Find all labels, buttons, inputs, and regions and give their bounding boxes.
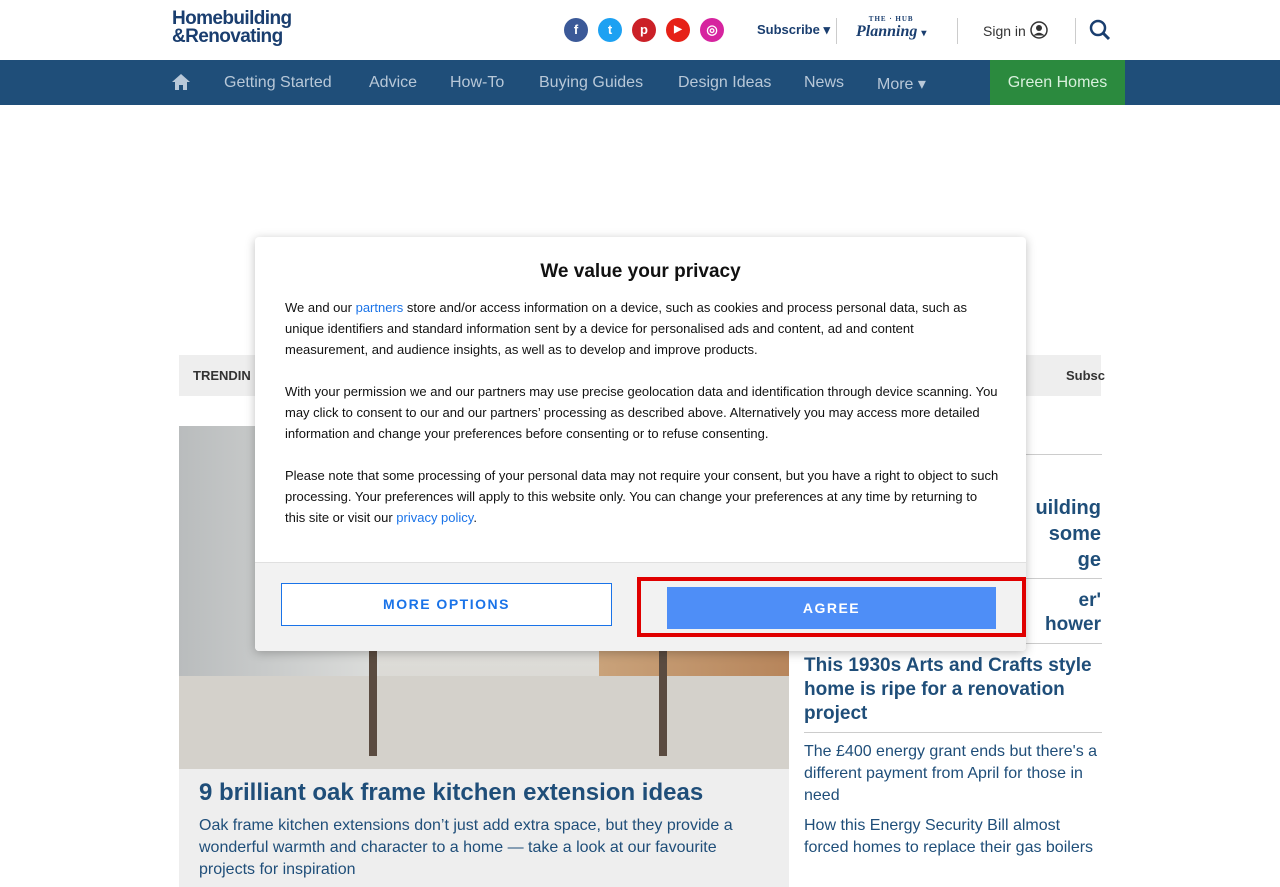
- dialog-paragraph-3: Please note that some processing of your…: [285, 465, 1000, 528]
- dialog-body: We and our partners store and/or access …: [285, 297, 1000, 562]
- dialog-paragraph-2: With your permission we and our partners…: [285, 384, 998, 441]
- agree-highlight-box: [637, 577, 1026, 637]
- dialog-text: Please note that some processing of your…: [285, 468, 999, 525]
- privacy-policy-link[interactable]: privacy policy: [396, 510, 473, 525]
- partners-link[interactable]: partners: [356, 300, 404, 315]
- dialog-text: We and our: [285, 300, 356, 315]
- dialog-paragraph-1: We and our partners store and/or access …: [285, 297, 1000, 360]
- dialog-title: We value your privacy: [540, 261, 741, 282]
- dialog-text: .: [473, 510, 477, 525]
- more-options-button[interactable]: MORE OPTIONS: [281, 583, 612, 626]
